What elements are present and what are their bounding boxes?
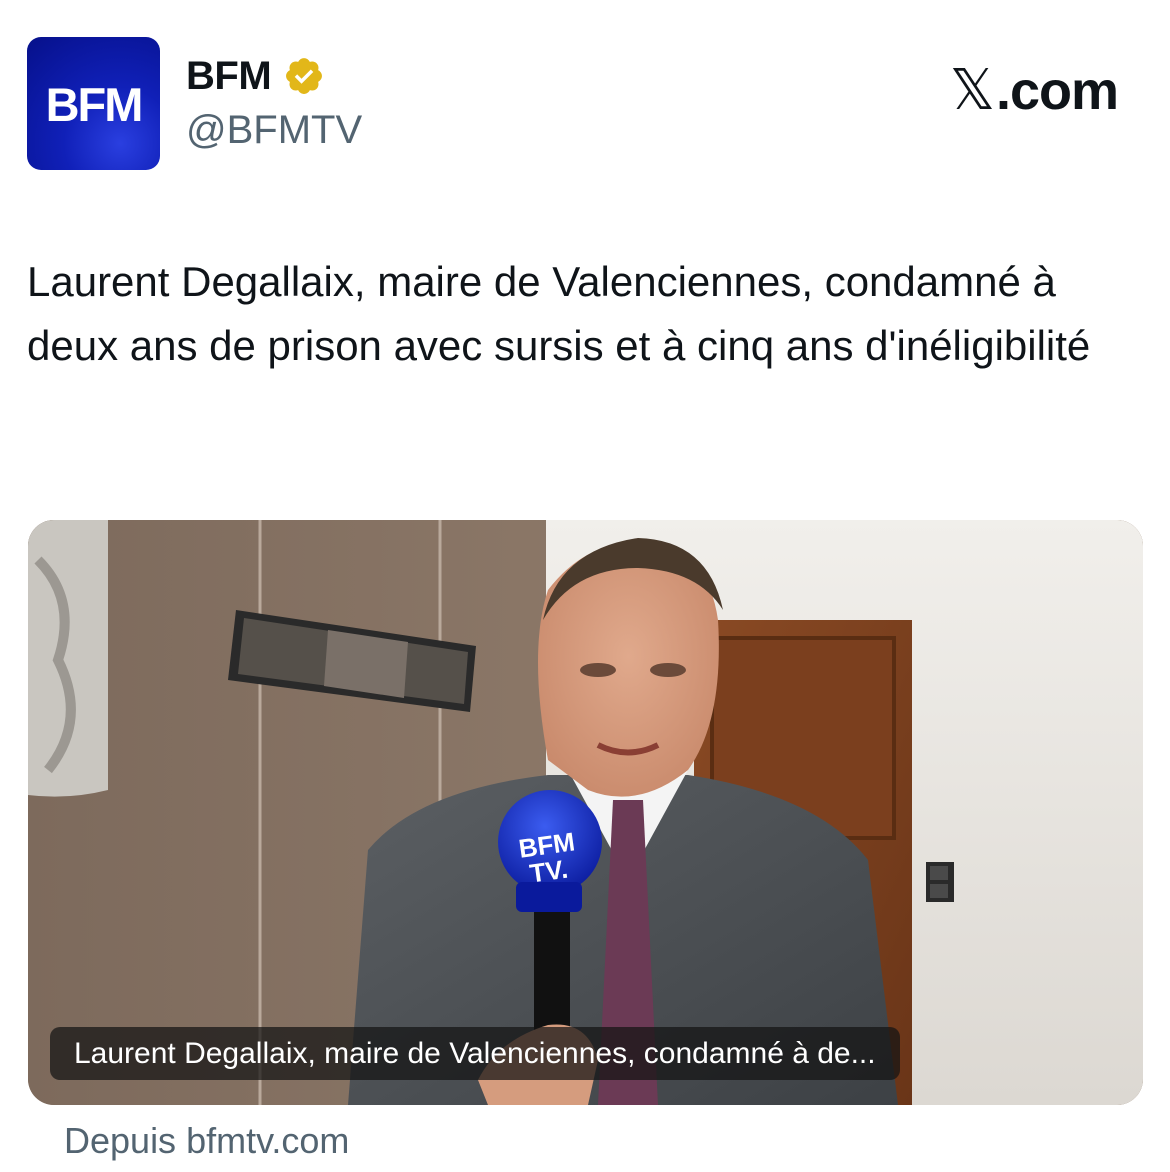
x-com-label: .com xyxy=(995,61,1119,121)
video-preview[interactable]: BFM TV. Laurent Degallaix, maire de Vale… xyxy=(28,520,1143,1105)
mic-flag-line2: TV. xyxy=(528,854,570,889)
account-handle[interactable]: @BFMTV xyxy=(186,108,362,153)
gold-verified-badge-icon[interactable] xyxy=(283,55,325,97)
x-com-watermark: 𝕏 .com xyxy=(949,58,1119,123)
source-link[interactable]: Depuis bfmtv.com xyxy=(64,1120,349,1162)
tweet-text: Laurent Degallaix, maire de Valenciennes… xyxy=(27,258,1091,369)
account-name-row: BFM xyxy=(186,50,325,102)
x-logo-icon: 𝕏 xyxy=(949,58,995,123)
avatar[interactable]: BFM xyxy=(27,37,160,170)
video-thumbnail: BFM TV. xyxy=(28,520,1143,1105)
avatar-logo-text: BFM xyxy=(45,78,144,131)
video-caption: Laurent Degallaix, maire de Valenciennes… xyxy=(50,1027,900,1080)
display-name[interactable]: BFM xyxy=(186,54,272,99)
